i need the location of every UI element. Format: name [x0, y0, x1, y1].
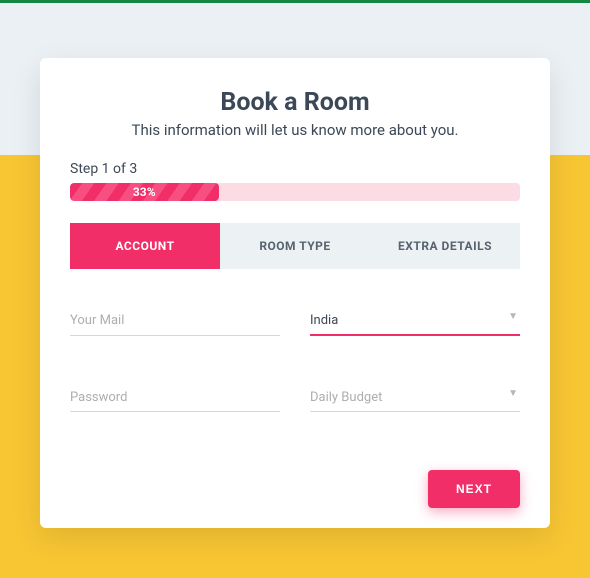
budget-placeholder: Daily Budget	[310, 390, 382, 405]
form-grid: Your Mail India ▼ Password Daily Budget …	[70, 309, 520, 412]
tabs: ACCOUNT ROOM TYPE EXTRA DETAILS	[70, 223, 520, 269]
page-subtitle: This information will let us know more a…	[70, 121, 520, 139]
page-title: Book a Room	[70, 88, 520, 117]
step-label: Step 1 of 3	[70, 161, 520, 177]
chevron-down-icon: ▼	[508, 388, 518, 399]
email-placeholder: Your Mail	[70, 313, 124, 328]
progress-percent: 33%	[133, 185, 156, 199]
tab-label: EXTRA DETAILS	[398, 239, 492, 253]
tab-extra-details[interactable]: EXTRA DETAILS	[370, 223, 520, 269]
top-border	[0, 0, 590, 3]
chevron-down-icon: ▼	[508, 311, 518, 322]
actions: NEXT	[70, 440, 520, 508]
password-field[interactable]: Password	[70, 386, 280, 412]
password-placeholder: Password	[70, 390, 127, 405]
progress-fill: 33%	[70, 183, 219, 201]
country-value: India	[310, 313, 338, 328]
tab-label: ACCOUNT	[115, 239, 174, 253]
budget-select[interactable]: Daily Budget ▼	[310, 386, 520, 412]
progress-bar: 33%	[70, 183, 520, 201]
next-button[interactable]: NEXT	[428, 470, 520, 508]
tab-room-type[interactable]: ROOM TYPE	[220, 223, 370, 269]
tab-account[interactable]: ACCOUNT	[70, 223, 220, 269]
email-field[interactable]: Your Mail	[70, 309, 280, 336]
country-select[interactable]: India ▼	[310, 309, 520, 336]
booking-card: Book a Room This information will let us…	[40, 58, 550, 528]
tab-label: ROOM TYPE	[259, 239, 330, 253]
